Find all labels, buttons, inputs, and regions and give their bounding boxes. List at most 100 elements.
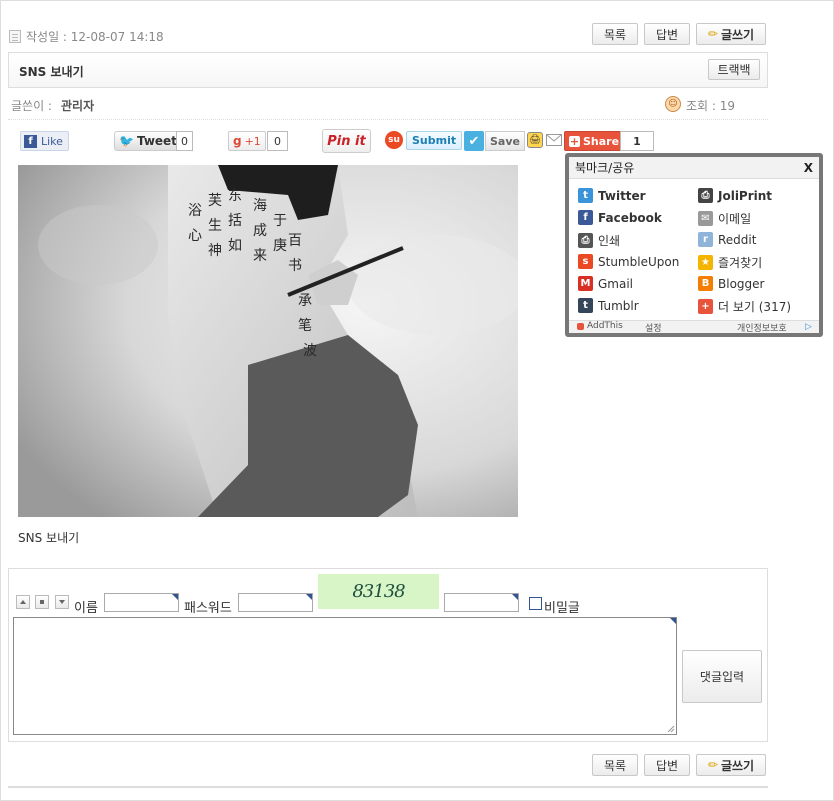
share-item-label: Reddit xyxy=(718,232,757,247)
svg-text:神: 神 xyxy=(208,243,222,259)
author-prefix: 글쓴이 : xyxy=(11,99,52,113)
addthis-link[interactable]: AddThis xyxy=(587,321,623,331)
privacy-link[interactable]: 개인정보보호 xyxy=(737,321,787,334)
share-item-twitter[interactable]: t Twitter xyxy=(578,188,646,203)
share-item-joliprint[interactable]: ⎙ JoliPrint xyxy=(698,188,772,203)
facebook-like-button[interactable]: f Like xyxy=(20,131,69,151)
gmail-icon: M xyxy=(578,276,593,291)
share-item-label: 즐겨찾기 xyxy=(718,256,763,270)
stumbleupon-icon[interactable]: su xyxy=(385,131,403,149)
svg-text:百: 百 xyxy=(288,233,302,249)
post-date: 작성일 : 12-08-07 14:18 xyxy=(26,30,164,44)
delicious-check-icon[interactable]: ✔ xyxy=(464,131,484,151)
document-icon xyxy=(9,30,21,43)
svg-text:如: 如 xyxy=(228,238,242,254)
svg-text:海: 海 xyxy=(253,198,267,214)
write-button-top[interactable]: ✏ 글쓰기 xyxy=(696,23,766,45)
tweet-label: Tweet xyxy=(136,134,177,148)
share-item-facebook[interactable]: f Facebook xyxy=(578,210,662,225)
bottom-divider xyxy=(8,786,768,788)
write-button-bottom[interactable]: ✏ 글쓰기 xyxy=(696,754,766,776)
stumbleupon-icon: s xyxy=(578,254,593,269)
email-icon: ✉ xyxy=(698,211,713,226)
share-item-label: 이메일 xyxy=(718,212,752,226)
captcha-input[interactable] xyxy=(444,593,519,612)
svg-text:承: 承 xyxy=(298,293,312,309)
pencil-icon: ✏ xyxy=(707,27,718,41)
svg-text:生: 生 xyxy=(208,218,222,234)
google-plus-button[interactable]: g +1 xyxy=(228,131,266,151)
share-item-reddit[interactable]: r Reddit xyxy=(698,232,756,247)
share-item-label: JoliPrint xyxy=(718,188,773,203)
share-item-gmail[interactable]: M Gmail xyxy=(578,276,633,291)
share-item-tumblr[interactable]: t Tumblr xyxy=(578,298,639,313)
comment-textarea[interactable] xyxy=(13,617,677,735)
name-input[interactable] xyxy=(104,593,179,612)
name-label: 이름 xyxy=(74,601,98,616)
author-name: 관리자 xyxy=(61,99,95,113)
secret-checkbox[interactable] xyxy=(529,597,542,610)
captcha-image: 83138 xyxy=(318,574,439,609)
post-image: 浴心 芙 生神 东 括如 海 成来 于 庚百书 承笔波 xyxy=(18,165,518,517)
share-item-label: StumbleUpon xyxy=(598,254,680,269)
reply-button-top[interactable]: 답변 xyxy=(644,23,690,45)
facebook-icon: f xyxy=(24,134,37,148)
list-button-bottom[interactable]: 목록 xyxy=(592,754,638,776)
resize-default-button[interactable] xyxy=(35,595,49,609)
tweet-button[interactable]: 🐦 Tweet xyxy=(114,131,182,151)
trackback-button[interactable]: 트랙백 xyxy=(708,59,760,80)
password-input[interactable] xyxy=(238,593,313,612)
share-item-print[interactable]: ⎙ 인쇄 xyxy=(578,232,620,249)
list-button-top[interactable]: 목록 xyxy=(592,23,638,45)
view-count: 조회 : 19 xyxy=(686,99,736,113)
stumbleupon-submit-button[interactable]: Submit xyxy=(406,131,463,150)
google-plus-count: 0 xyxy=(267,131,288,151)
joliprint-icon[interactable]: 🖨 xyxy=(527,132,543,148)
share-item-label: Facebook xyxy=(598,210,662,225)
svg-text:波: 波 xyxy=(303,343,317,359)
resize-up-button[interactable] xyxy=(16,595,30,609)
smiley-icon: ☺ xyxy=(665,96,681,112)
submit-label: Submit xyxy=(412,134,457,147)
save-button[interactable]: Save xyxy=(485,131,525,151)
favorites-icon: ★ xyxy=(698,255,713,270)
share-item-label: Twitter xyxy=(598,188,646,203)
share-item-favorites[interactable]: ★ 즐겨찾기 xyxy=(698,254,762,271)
save-label: Save xyxy=(490,134,520,148)
svg-text:东: 东 xyxy=(228,188,242,204)
facebook-icon: f xyxy=(578,210,593,225)
close-icon[interactable]: X xyxy=(804,161,813,175)
share-item-stumbleupon[interactable]: s StumbleUpon xyxy=(578,254,679,269)
share-count: 1 xyxy=(620,131,654,151)
share-button[interactable]: + Share xyxy=(564,131,625,151)
svg-text:于: 于 xyxy=(273,213,287,229)
comment-submit-button[interactable]: 댓글입력 xyxy=(682,650,762,703)
pencil-icon: ✏ xyxy=(707,758,718,772)
resize-down-button[interactable] xyxy=(55,595,69,609)
share-item-email[interactable]: ✉ 이메일 xyxy=(698,210,751,227)
share-item-more[interactable]: + 더 보기 (317) xyxy=(698,298,791,315)
twitter-bird-icon: 🐦 xyxy=(119,134,134,148)
password-label: 패스워드 xyxy=(184,601,232,616)
svg-text:笔: 笔 xyxy=(298,318,312,334)
svg-text:芙: 芙 xyxy=(208,192,222,209)
svg-text:书: 书 xyxy=(288,258,302,274)
facebook-like-label: Like xyxy=(41,134,63,148)
addthis-icon xyxy=(577,323,584,330)
post-title: SNS 보내기 xyxy=(19,65,84,79)
twitter-icon: t xyxy=(578,188,593,203)
blogger-icon: B xyxy=(698,276,713,291)
plus-icon: + xyxy=(569,134,580,148)
svg-text:浴: 浴 xyxy=(188,203,202,219)
google-icon: g xyxy=(233,134,242,148)
email-icon[interactable] xyxy=(546,134,562,146)
captcha-text: 83138 xyxy=(352,581,405,602)
post-body-text: SNS 보내기 xyxy=(18,531,80,545)
share-item-blogger[interactable]: B Blogger xyxy=(698,276,764,291)
settings-link[interactable]: 설정 xyxy=(645,321,662,334)
reply-button-bottom[interactable]: 답변 xyxy=(644,754,690,776)
tweet-count: 0 xyxy=(176,131,193,151)
svg-text:成: 成 xyxy=(253,223,267,239)
pinit-button[interactable]: Pin it xyxy=(322,129,371,153)
share-panel-header: 북마크/공유 X xyxy=(569,157,819,179)
